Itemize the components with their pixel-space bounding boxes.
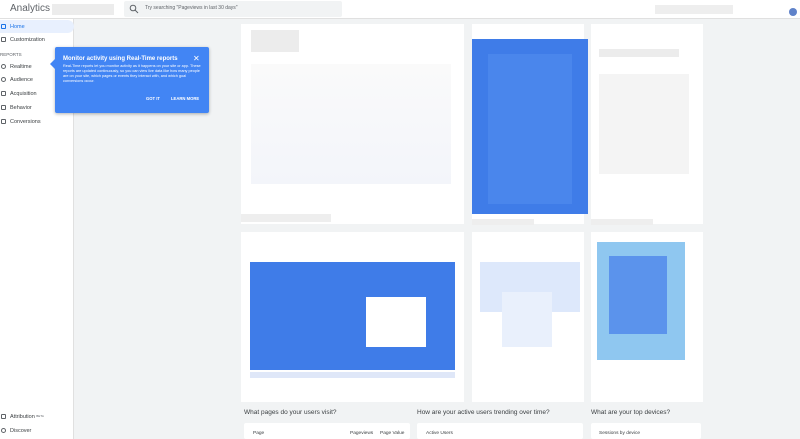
sidebar-item-label: Attribution BETA <box>10 414 44 420</box>
realtime-tooltip: Monitor activity using Real-Time reports… <box>50 47 209 113</box>
close-icon[interactable]: ✕ <box>193 55 200 63</box>
sidebar-item-conversions[interactable]: Conversions <box>0 115 74 128</box>
devices-title: What are your top devices? <box>591 409 671 416</box>
sidebar-item-label: Discover <box>10 428 32 434</box>
sidebar-item-attribution[interactable]: Attribution BETA <box>0 410 74 423</box>
attribution-icon <box>1 414 6 419</box>
sidebar-item-customization[interactable]: Customization <box>0 33 74 46</box>
sidebar-item-label: Behavior <box>10 105 32 111</box>
pages-card[interactable]: Page Pageviews Page Value <box>244 423 410 439</box>
sidebar-item-label: Realtime <box>10 64 32 70</box>
sidebar-item-label: Home <box>10 24 25 30</box>
top-bar: Analytics Try searching "Pageviews in la… <box>0 0 800 19</box>
card-realtime[interactable] <box>472 24 588 225</box>
behavior-icon <box>1 105 6 110</box>
person-icon <box>1 77 6 82</box>
app-title: Analytics <box>10 3 51 14</box>
clock-icon <box>1 64 6 69</box>
section-label-reports: REPORTS <box>0 52 22 57</box>
search-bar[interactable]: Try searching "Pageviews in last 30 days… <box>124 1 342 17</box>
sessions-by-device-label: Sessions by device <box>599 431 641 436</box>
pages-title: What pages do your users visit? <box>244 409 337 416</box>
column-header-pageviews[interactable]: Pageviews <box>350 431 373 436</box>
trend-card[interactable]: Active Users <box>417 423 583 439</box>
flag-icon <box>1 119 6 124</box>
sidebar-item-discover[interactable]: Discover <box>0 424 74 437</box>
header-actions[interactable] <box>655 5 733 14</box>
beta-badge: BETA <box>36 414 44 418</box>
card-devices[interactable] <box>591 232 703 402</box>
card-acquisition[interactable] <box>241 232 464 402</box>
home-icon <box>1 24 6 29</box>
active-users-label: Active Users <box>426 431 453 436</box>
sidebar-item-label: Conversions <box>10 119 41 125</box>
tooltip-body: Real-Time reports let you monitor activi… <box>63 64 201 83</box>
acquisition-icon <box>1 91 6 96</box>
sidebar-item-home[interactable]: Home <box>0 20 74 33</box>
search-icon <box>129 4 139 14</box>
discover-icon <box>1 428 6 433</box>
devices-bottom-card[interactable]: Sessions by device <box>591 423 701 439</box>
column-header-page-value[interactable]: Page Value <box>380 431 404 436</box>
customization-icon <box>1 37 6 42</box>
search-input[interactable]: Try searching "Pageviews in last 30 days… <box>145 5 238 11</box>
sidebar-item-label: Acquisition <box>10 91 37 97</box>
learn-more-button[interactable]: LEARN MORE <box>171 96 199 101</box>
column-header-page: Page <box>253 431 265 436</box>
account-selector[interactable] <box>52 4 114 15</box>
sidebar-item-label: Customization <box>10 37 45 43</box>
trend-title: How are your active users trending over … <box>417 409 550 416</box>
sidebar-item-label: Audience <box>10 77 33 83</box>
card-users-overview[interactable] <box>241 24 464 224</box>
tooltip-title: Monitor activity using Real-Time reports <box>63 56 178 62</box>
card-retention[interactable] <box>472 232 584 402</box>
got-it-button[interactable]: GOT IT <box>146 96 160 101</box>
avatar[interactable] <box>789 8 797 16</box>
card-where-users[interactable] <box>591 24 703 225</box>
